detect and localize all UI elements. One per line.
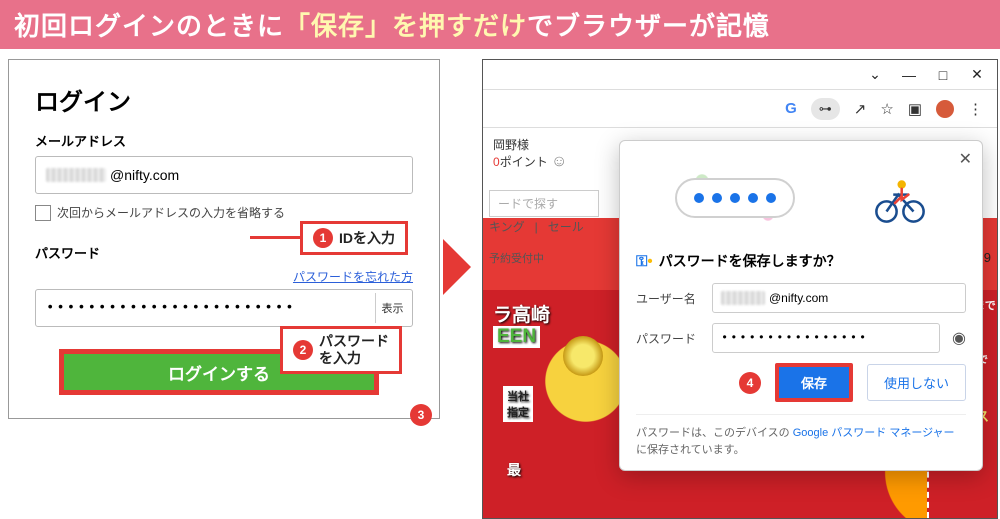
coin-icon — [563, 336, 603, 376]
window-dropdown-icon[interactable]: ⌄ — [867, 66, 883, 83]
callout-2-leader — [250, 349, 280, 352]
popup-illustration — [636, 155, 966, 241]
key-multicolor-icon: ⚿• — [636, 253, 653, 270]
popup-dont-use-button[interactable]: 使用しない — [867, 364, 966, 401]
reveal-password-icon[interactable]: ◉ — [952, 328, 966, 348]
popup-username-field[interactable]: @nifty.com — [712, 283, 966, 313]
popup-username-label: ユーザー名 — [636, 290, 700, 307]
google-logo-icon: G — [785, 100, 797, 117]
promo-text-2: EEN — [493, 326, 540, 348]
window-titlebar: ⌄ — □ ✕ — [483, 60, 997, 90]
preorder-text: 予約受付中 — [489, 250, 544, 266]
nav-sale[interactable]: セール — [548, 220, 584, 234]
search-input-partial[interactable]: ードで探す — [489, 190, 599, 217]
window-minimize-icon[interactable]: — — [901, 67, 917, 83]
page-nav: キング | セール — [489, 218, 584, 235]
promo-text-4: 最 — [507, 460, 521, 480]
email-domain: @nifty.com — [110, 167, 179, 183]
popup-title: ⚿• パスワードを保存しますか？ — [636, 251, 966, 271]
promo-text-1: ラ高崎 — [493, 300, 550, 327]
share-icon[interactable]: ↗ — [854, 100, 867, 118]
save-password-popup: ✕ ⚿• パスワードを保存しますか？ — [619, 140, 983, 471]
callout-1-leader — [250, 236, 300, 239]
popup-footer: パスワードは、このデバイスの Google パスワード マネージャー に保存され… — [636, 414, 966, 458]
popup-username-blurred — [721, 291, 765, 305]
nav-ranking[interactable]: キング — [489, 220, 525, 234]
promo-text-3: 当社指定 — [503, 386, 533, 422]
password-key-icon[interactable]: ⊶ — [811, 98, 840, 120]
bookmark-star-icon[interactable]: ☆ — [880, 100, 893, 118]
popup-save-button[interactable]: 保存 — [775, 363, 853, 402]
browser-window: ⌄ — □ ✕ G ⊶ ↗ ☆ ▣ ⋮ 岡野様 0ポイント ☺ — [482, 59, 998, 519]
instruction-banner: 初回ログインのときに「保存」を押すだけでブラウザーが記憶 — [0, 0, 1000, 49]
login-title: ログイン — [35, 82, 413, 117]
callout-2-number: 2 — [293, 340, 313, 360]
callout-3-number: 3 — [410, 404, 432, 426]
user-icon[interactable]: ☺ — [551, 153, 567, 170]
email-user-blurred — [46, 168, 106, 182]
password-dots: •••••••••••••••••••••••• — [46, 300, 296, 316]
popup-password-field[interactable]: •••••••••••••••• — [712, 323, 940, 353]
profile-avatar-icon[interactable] — [936, 100, 954, 118]
password-pill-icon — [675, 178, 795, 218]
callout-1-number: 1 — [313, 228, 333, 248]
window-maximize-icon[interactable]: □ — [935, 67, 951, 83]
email-field[interactable]: @nifty.com — [35, 156, 413, 194]
callout-2: 2 パスワードを入力 — [280, 326, 402, 374]
skip-email-label: 次回からメールアドレスの入力を省略する — [57, 204, 285, 221]
browser-toolbar: G ⊶ ↗ ☆ ▣ ⋮ — [483, 90, 997, 128]
chrome-menu-icon[interactable]: ⋮ — [968, 100, 983, 118]
bicycle-icon — [873, 171, 927, 225]
show-password-button[interactable]: 表示 — [375, 293, 409, 323]
points-value: 0 — [493, 155, 500, 169]
greeting-text: 岡野様 — [493, 136, 567, 153]
points-label: ポイント — [500, 155, 548, 169]
callout-4-number: 4 — [739, 372, 761, 394]
window-close-icon[interactable]: ✕ — [969, 66, 985, 83]
callout-1: 1 IDを入力 — [300, 221, 408, 255]
forgot-password-link[interactable]: パスワードを忘れた方 — [35, 268, 413, 285]
skip-email-checkbox[interactable] — [35, 205, 51, 221]
password-field[interactable]: •••••••••••••••••••••••• — [35, 289, 413, 327]
extensions-icon[interactable]: ▣ — [908, 100, 922, 118]
popup-password-label: パスワード — [636, 330, 700, 347]
email-label: メールアドレス — [35, 131, 413, 150]
flow-arrow-icon — [443, 239, 471, 295]
google-password-manager-link[interactable]: Google パスワード マネージャー — [793, 427, 955, 439]
